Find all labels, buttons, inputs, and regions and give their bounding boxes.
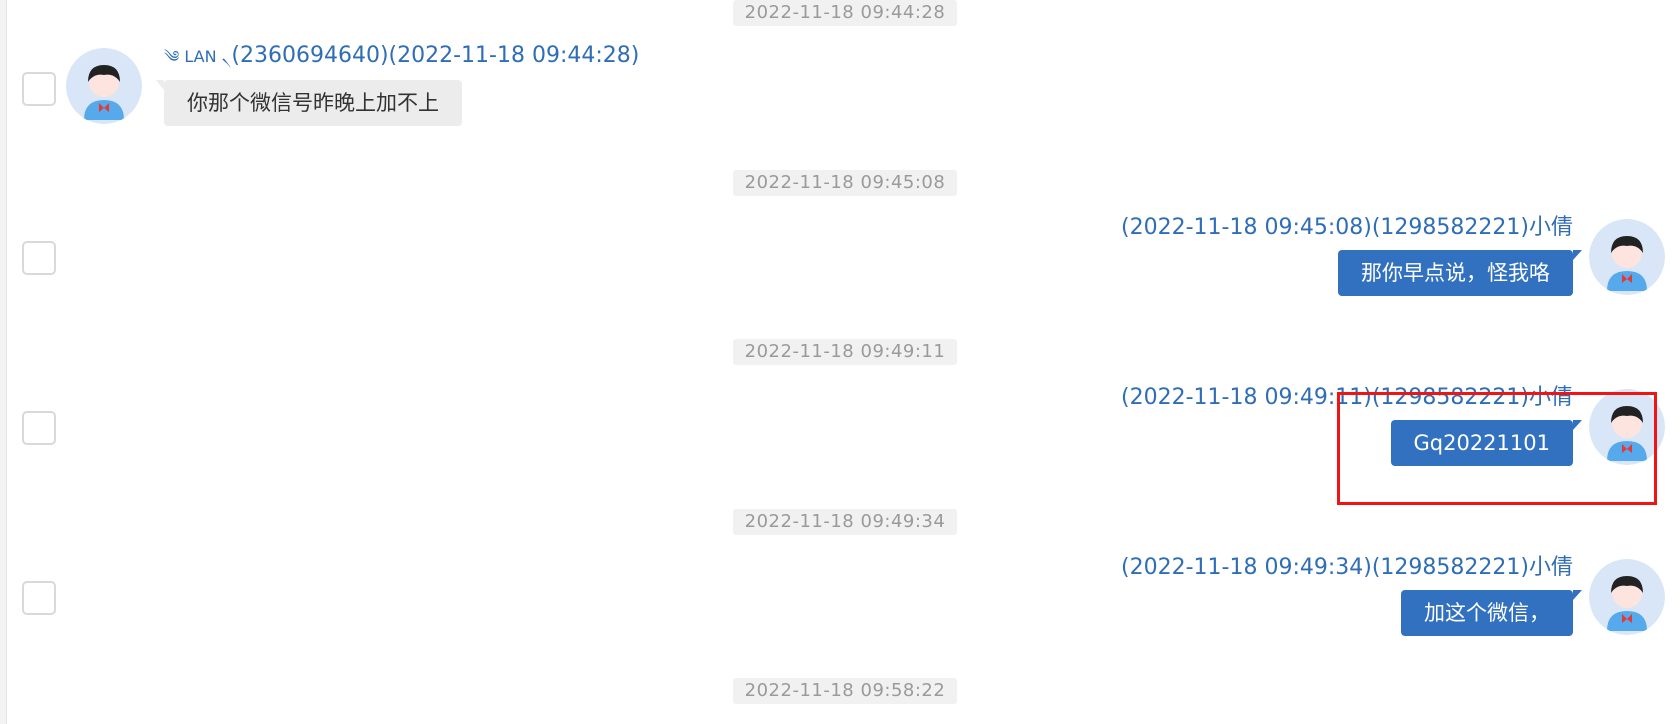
user-avatar-icon xyxy=(1589,219,1665,295)
timestamp-divider: 2022-11-18 09:49:11 xyxy=(733,339,957,365)
message-select-checkbox[interactable] xyxy=(22,581,56,615)
timestamp-divider: 2022-11-18 09:44:28 xyxy=(733,0,957,26)
sender-header-text: (2360694640)(2022-11-18 09:44:28) xyxy=(231,43,640,68)
message-select-checkbox[interactable] xyxy=(22,241,56,275)
user-avatar-icon xyxy=(1589,389,1665,465)
message-bubble-outgoing[interactable]: 加这个微信， xyxy=(1401,590,1582,636)
chat-history-view: 2022-11-18 09:44:28 2022-11-18 09:45:08 … xyxy=(0,0,1680,724)
message-bubble-outgoing[interactable]: Gq20221101 xyxy=(1390,420,1582,466)
message-select-checkbox[interactable] xyxy=(22,72,56,106)
message-sender-header: (2022-11-18 09:49:34)(1298582221)小倩 xyxy=(1121,555,1573,580)
timestamp-divider: 2022-11-18 09:58:22 xyxy=(733,678,957,704)
timestamp-divider: 2022-11-18 09:45:08 xyxy=(733,170,957,196)
message-bubble-incoming[interactable]: 你那个微信号昨晚上加不上 xyxy=(156,80,462,126)
message-sender-header: (2022-11-18 09:49:11)(1298582221)小倩 xyxy=(1121,385,1573,410)
message-bubble-outgoing[interactable]: 那你早点说，怪我咯 xyxy=(1338,250,1582,296)
message-select-checkbox[interactable] xyxy=(22,411,56,445)
message-sender-header: ༄ LAN ৲(2360694640)(2022-11-18 09:44:28) xyxy=(164,41,639,71)
left-border xyxy=(0,0,7,724)
user-avatar-icon xyxy=(66,48,142,124)
timestamp-divider: 2022-11-18 09:49:34 xyxy=(733,509,957,535)
user-avatar-icon xyxy=(1589,559,1665,635)
message-sender-header: (2022-11-18 09:45:08)(1298582221)小倩 xyxy=(1121,215,1573,240)
sender-name: ༄ LAN ৲ xyxy=(164,47,232,66)
